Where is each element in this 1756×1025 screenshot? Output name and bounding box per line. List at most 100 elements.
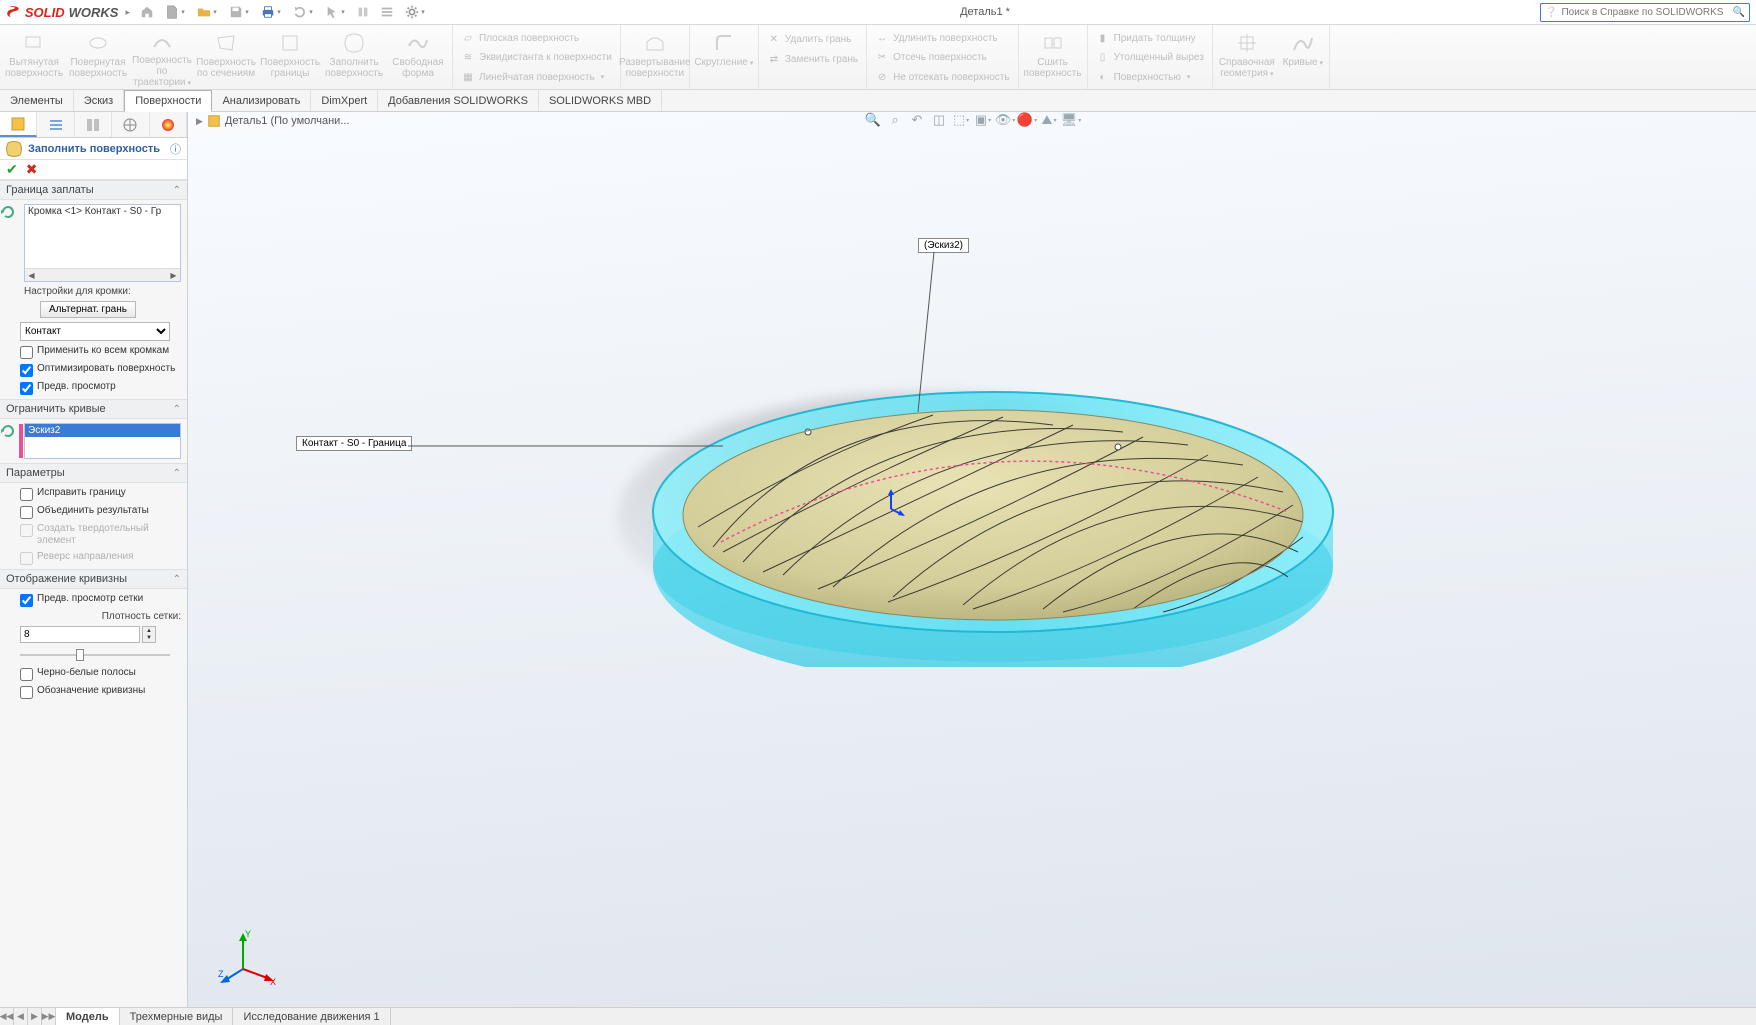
- previous-view-icon[interactable]: ↶: [907, 112, 927, 130]
- featuremanager-tab-icon[interactable]: [0, 112, 37, 137]
- fillet-button[interactable]: Скругление: [692, 27, 756, 87]
- cut-with-surface-button[interactable]: ◐Поверхностью: [1090, 68, 1210, 87]
- freeform-button[interactable]: Свободная форма: [386, 27, 450, 87]
- open-icon[interactable]: [192, 1, 222, 23]
- undo-icon[interactable]: [288, 1, 318, 23]
- select-icon[interactable]: [320, 1, 350, 23]
- panel-help-icon[interactable]: ⓘ: [170, 141, 181, 157]
- graphics-area[interactable]: ▶ Деталь1 (По умолчани... 🔍 ⌕ ↶ ◫ ⬚ ▣ 👁 …: [188, 112, 1756, 1007]
- appearance-icon[interactable]: 🔴: [1017, 112, 1037, 130]
- curvature-checkbox[interactable]: Обозначение кривизны: [20, 685, 181, 699]
- zebra-stripes-checkbox[interactable]: Черно-белые полосы: [20, 667, 181, 681]
- revolved-surface-button[interactable]: Повернутая поверхность: [66, 27, 130, 87]
- thicken-button[interactable]: ▮Придать толщину: [1090, 29, 1210, 48]
- options-icon[interactable]: [400, 1, 430, 23]
- print-icon[interactable]: [256, 1, 286, 23]
- swept-surface-button[interactable]: Поверхность по траектории: [130, 27, 194, 87]
- tab-mbd[interactable]: SOLIDWORKS MBD: [539, 90, 662, 111]
- boundary-edges-list[interactable]: Кромка <1> Контакт - S0 - Гр ◀▶: [24, 204, 181, 282]
- dimxpert-tab-icon[interactable]: [112, 112, 149, 137]
- replace-face-button[interactable]: ⇄Заменить грань: [761, 49, 864, 69]
- save-icon[interactable]: [224, 1, 254, 23]
- optimize-surface-checkbox[interactable]: Оптимизировать поверхность: [20, 363, 181, 377]
- display-style-icon[interactable]: ▣: [973, 112, 993, 130]
- motion-study-tab[interactable]: Исследование движения 1: [233, 1008, 390, 1025]
- origin-triad: [876, 487, 906, 517]
- configmanager-tab-icon[interactable]: [75, 112, 112, 137]
- rebuild-icon[interactable]: [352, 1, 374, 23]
- planar-surface-button[interactable]: ▱Плоская поверхность: [455, 29, 618, 48]
- flatten-surface-button[interactable]: Развертывание поверхности: [623, 27, 687, 87]
- alternate-face-button[interactable]: Альтернат. грань: [40, 301, 136, 318]
- window-title: Деталь1 *: [430, 6, 1540, 18]
- filled-surface-button[interactable]: Заполнить поверхность: [322, 27, 386, 87]
- file-props-icon[interactable]: [376, 1, 398, 23]
- section-curvature-display[interactable]: Отображение кривизны: [0, 569, 187, 589]
- thickened-cut-button[interactable]: ▯Утолщенный вырез: [1090, 48, 1210, 67]
- tab-surfaces[interactable]: Поверхности: [124, 90, 212, 112]
- knit-surface-button[interactable]: Сшить поверхность: [1021, 27, 1085, 87]
- flyout-breadcrumb[interactable]: ▶ Деталь1 (По умолчани...: [196, 114, 349, 128]
- scroll-left-icon[interactable]: ◀: [25, 269, 38, 281]
- model-preview: [633, 337, 1353, 667]
- scroll-right-icon[interactable]: ▶: [167, 269, 180, 281]
- fix-boundary-checkbox[interactable]: Исправить границу: [20, 487, 181, 501]
- loop-icon: [0, 423, 16, 439]
- section-constraint-curves[interactable]: Ограничить кривые: [0, 399, 187, 419]
- edge-settings-label: Настройки для кромки:: [24, 286, 181, 297]
- displaymanager-tab-icon[interactable]: [150, 112, 187, 137]
- constraint-curves-list[interactable]: Эскиз2: [24, 423, 181, 459]
- extruded-surface-button[interactable]: Вытянутая поверхность: [2, 27, 66, 87]
- delete-face-button[interactable]: ✕Удалить грань: [761, 29, 864, 49]
- view-orientation-triad[interactable]: Y X Z: [218, 927, 278, 987]
- app-logo: SOLIDWORKS ▸: [0, 0, 130, 25]
- create-solid-checkbox: Создать твердотельный элемент: [20, 523, 181, 547]
- callout-sketch: (Эскиз2): [918, 238, 969, 253]
- lofted-surface-button[interactable]: Поверхность по сечениям: [194, 27, 258, 87]
- home-icon[interactable]: [136, 1, 158, 23]
- tab-dimxpert[interactable]: DimXpert: [311, 90, 378, 111]
- untrim-surface-button[interactable]: ⊘Не отсекать поверхность: [869, 68, 1016, 87]
- mesh-preview-checkbox[interactable]: Предв. просмотр сетки: [20, 593, 181, 607]
- trim-surface-button[interactable]: ✂Отсечь поверхность: [869, 48, 1016, 67]
- tab-sketch[interactable]: Эскиз: [74, 90, 124, 111]
- heads-up-view-toolbar: 🔍 ⌕ ↶ ◫ ⬚ ▣ 👁 🔴 ⛰ 🖥: [863, 112, 1081, 132]
- callout-boundary: Контакт - S0 - Граница: [296, 436, 412, 451]
- extend-surface-button[interactable]: ↔Удлинить поверхность: [869, 29, 1016, 48]
- tab-addins[interactable]: Добавления SOLIDWORKS: [378, 90, 539, 111]
- help-search-input[interactable]: Поиск в Справке по SOLIDWORKS: [1540, 3, 1750, 22]
- tab-features[interactable]: Элементы: [0, 90, 74, 111]
- zoom-fit-icon[interactable]: 🔍: [863, 112, 883, 130]
- section-options[interactable]: Параметры: [0, 463, 187, 483]
- svg-text:X: X: [270, 977, 276, 987]
- offset-surface-button[interactable]: ≋Эквидистанта к поверхности: [455, 48, 618, 67]
- view-orientation-icon[interactable]: ⬚: [951, 112, 971, 130]
- section-view-icon[interactable]: ◫: [929, 112, 949, 130]
- tab-evaluate[interactable]: Анализировать: [212, 90, 311, 111]
- fill-surface-icon: [6, 141, 22, 157]
- view-settings-icon[interactable]: 🖥: [1061, 112, 1081, 130]
- ok-button[interactable]: ✔: [6, 161, 18, 178]
- 3d-views-tab[interactable]: Трехмерные виды: [120, 1008, 234, 1025]
- propertymanager-tab-icon[interactable]: [37, 112, 74, 137]
- section-patch-boundary[interactable]: Граница заплаты: [0, 180, 187, 200]
- zoom-area-icon[interactable]: ⌕: [885, 112, 905, 130]
- model-tab[interactable]: Модель: [56, 1008, 120, 1025]
- cancel-button[interactable]: ✖: [26, 161, 38, 178]
- panel-title: Заполнить поверхность: [28, 143, 164, 155]
- merge-result-checkbox[interactable]: Объединить результаты: [20, 505, 181, 519]
- reverse-direction-checkbox: Реверс направления: [20, 551, 181, 565]
- scene-icon[interactable]: ⛰: [1039, 112, 1059, 130]
- curves-button[interactable]: Кривые: [1279, 27, 1327, 87]
- boundary-surface-button[interactable]: Поверхность границы: [258, 27, 322, 87]
- new-icon[interactable]: [160, 1, 190, 23]
- preview-checkbox[interactable]: Предв. просмотр: [20, 381, 181, 395]
- tab-nav-controls[interactable]: ◀◀◀▶▶▶: [0, 1008, 56, 1025]
- contact-type-dropdown[interactable]: Контакт: [20, 322, 170, 341]
- apply-to-all-checkbox[interactable]: Применить ко всем кромкам: [20, 345, 181, 359]
- mesh-density-spinner[interactable]: ▲▼: [20, 626, 181, 643]
- reference-geometry-button[interactable]: Справочная геометрия: [1215, 27, 1279, 87]
- mesh-density-slider[interactable]: [20, 647, 170, 663]
- hide-show-icon[interactable]: 👁: [995, 112, 1015, 130]
- ruled-surface-button[interactable]: ▦Линейчатая поверхность: [455, 68, 618, 87]
